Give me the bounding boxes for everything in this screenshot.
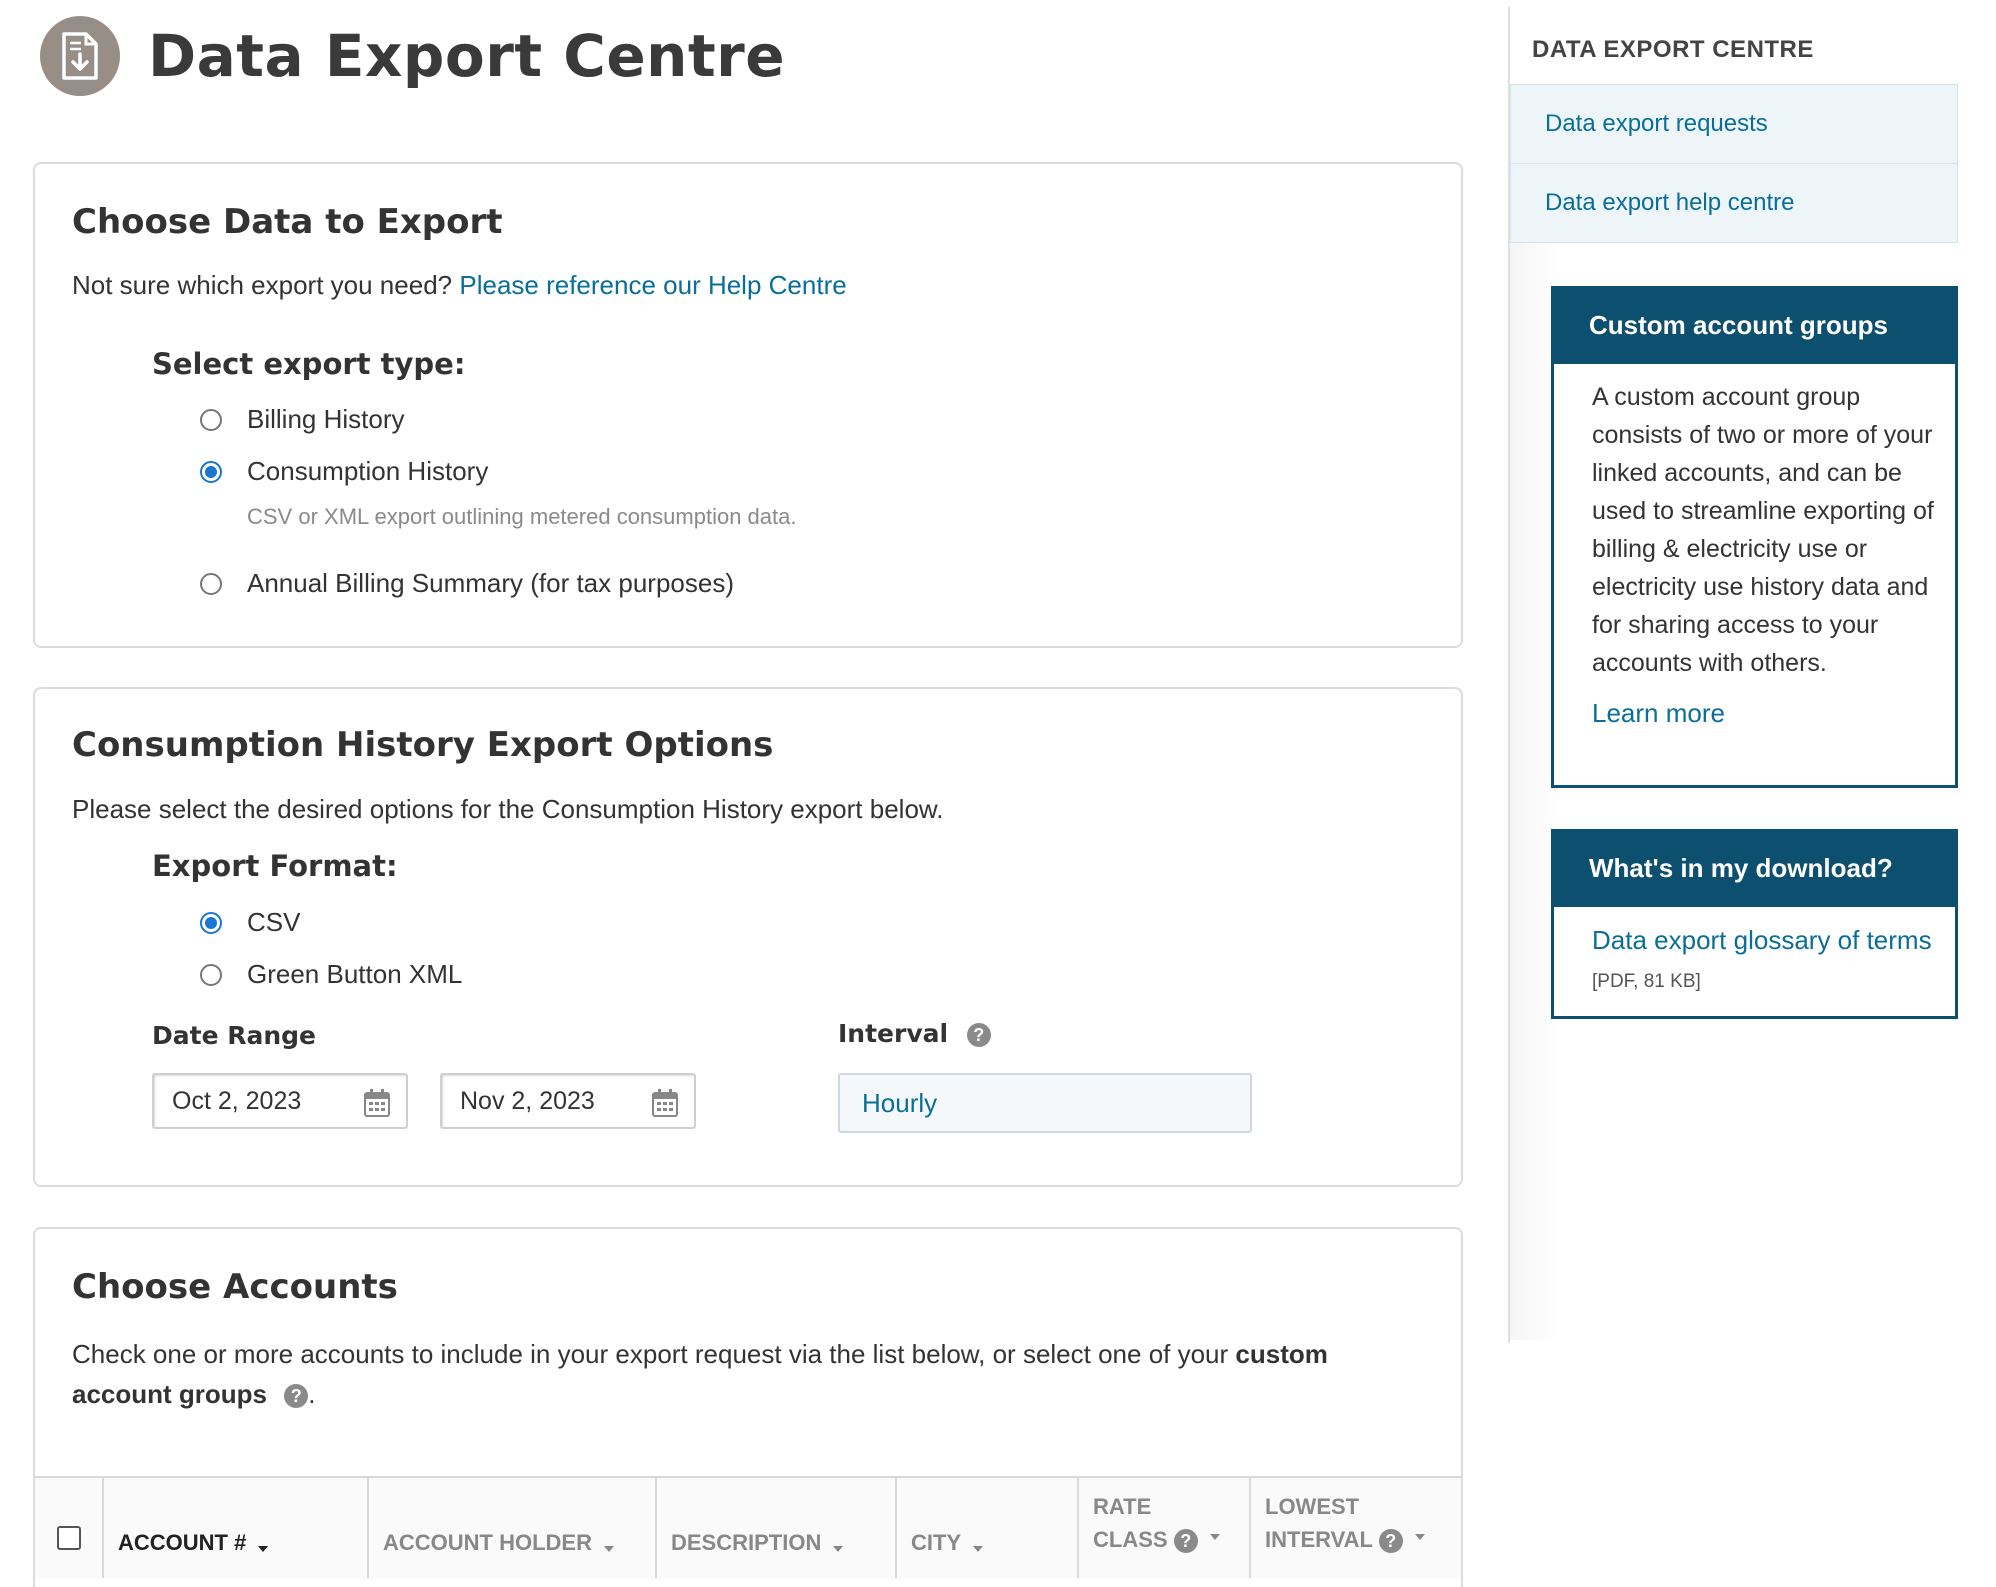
- choose-accounts-card: Choose Accounts Check one or more accoun…: [33, 1227, 1463, 1587]
- calendar-icon[interactable]: [364, 1089, 390, 1117]
- sort-caret-icon: [604, 1546, 614, 1552]
- help-centre-link[interactable]: Please reference our Help Centre: [459, 270, 846, 300]
- column-label-rate: Rate: [1093, 1494, 1152, 1519]
- page-header: Data Export Centre: [40, 16, 785, 96]
- interval-select[interactable]: Hourly: [838, 1073, 1252, 1133]
- sort-caret-icon: [1414, 1534, 1425, 1541]
- pdf-size-note: [PDF, 81 KB]: [1592, 971, 1701, 992]
- export-options-title: Consumption History Export Options: [72, 725, 774, 765]
- export-options-intro: Please select the desired options for th…: [72, 794, 944, 824]
- export-options-card: Consumption History Export Options Pleas…: [33, 687, 1463, 1187]
- sidebar-nav: Data export requests Data export help ce…: [1510, 84, 1958, 243]
- column-label-account-holder: Account Holder: [383, 1530, 592, 1555]
- custom-groups-help-icon[interactable]: ?: [284, 1384, 309, 1409]
- custom-account-groups-text: A custom account group consists of two o…: [1592, 383, 1934, 677]
- radio-consumption-history[interactable]: [200, 460, 222, 483]
- page-title: Data Export Centre: [148, 22, 786, 90]
- select-all-checkbox[interactable]: [57, 1526, 81, 1550]
- download-info-body: Data export glossary of terms [PDF, 81 K…: [1554, 907, 1955, 1017]
- export-type-annual-billing-summary[interactable]: Annual Billing Summary (for tax purposes…: [200, 568, 734, 599]
- glossary-link[interactable]: Data export glossary of terms: [1592, 925, 1932, 955]
- lowest-interval-help-icon[interactable]: ?: [1378, 1529, 1403, 1554]
- column-label-lowest-interval: Lowest Interval ?: [1265, 1490, 1425, 1556]
- export-type-billing-history[interactable]: Billing History: [200, 404, 405, 435]
- choose-data-title: Choose Data to Export: [72, 202, 503, 242]
- sort-caret-icon: [833, 1546, 844, 1552]
- interval-select-value: Hourly: [862, 1087, 938, 1118]
- start-date-input[interactable]: Oct 2, 2023: [152, 1073, 408, 1129]
- column-label-city: City: [911, 1530, 962, 1555]
- rate-class-help-icon[interactable]: ?: [1173, 1529, 1198, 1554]
- download-info-box: What's in my download? Data export gloss…: [1551, 829, 1958, 1019]
- learn-more-link[interactable]: Learn more: [1592, 694, 1935, 732]
- column-label-interval: Interval: [1265, 1527, 1373, 1552]
- format-csv[interactable]: CSV: [200, 907, 300, 938]
- sidebar-item-help-centre[interactable]: Data export help centre: [1510, 164, 1958, 243]
- sort-caret-icon: [1209, 1534, 1220, 1541]
- sort-caret-icon: [258, 1546, 269, 1552]
- help-prompt: Not sure which export you need? Please r…: [72, 270, 847, 301]
- calendar-icon[interactable]: [652, 1089, 678, 1117]
- radio-csv[interactable]: [200, 911, 222, 934]
- download-info-title: What's in my download?: [1551, 829, 1958, 907]
- export-type-consumption-history[interactable]: Consumption History: [200, 456, 488, 487]
- radio-label-annual-billing-summary: Annual Billing Summary (for tax purposes…: [247, 568, 734, 598]
- end-date-input[interactable]: Nov 2, 2023: [440, 1073, 696, 1129]
- interval-label: Interval ?: [838, 1019, 991, 1048]
- choose-accounts-intro-text: Check one or more accounts to include in…: [72, 1339, 1229, 1369]
- radio-label-billing-history: Billing History: [247, 404, 405, 434]
- column-label-rate-class: Rate Class ?: [1093, 1490, 1220, 1556]
- column-rate-class[interactable]: Rate Class ?: [1077, 1478, 1249, 1578]
- start-date-value: Oct 2, 2023: [172, 1086, 302, 1115]
- column-label-class: Class: [1093, 1527, 1168, 1552]
- radio-label-consumption-history: Consumption History: [247, 456, 489, 486]
- sidebar-heading: DATA EXPORT CENTRE: [1532, 36, 1814, 63]
- choose-accounts-intro-end: .: [308, 1379, 316, 1409]
- export-type-label: Select export type:: [152, 347, 466, 381]
- export-format-label: Export Format:: [152, 849, 398, 883]
- end-date-value: Nov 2, 2023: [460, 1086, 595, 1115]
- download-document-icon: [40, 16, 120, 96]
- help-prompt-text: Not sure which export you need?: [72, 270, 453, 300]
- column-label-description: Description: [671, 1530, 822, 1555]
- choose-data-card: Choose Data to Export Not sure which exp…: [33, 162, 1463, 648]
- accounts-table-header: Account # Account Holder Description Cit…: [35, 1476, 1461, 1578]
- radio-billing-history[interactable]: [200, 408, 222, 431]
- consumption-history-description: CSV or XML export outlining metered cons…: [247, 504, 797, 529]
- choose-accounts-intro: Check one or more accounts to include in…: [72, 1334, 1432, 1414]
- column-account-holder[interactable]: Account Holder: [367, 1478, 655, 1578]
- format-green-button-xml[interactable]: Green Button XML: [200, 959, 462, 990]
- column-account-number[interactable]: Account #: [102, 1478, 367, 1578]
- choose-accounts-title: Choose Accounts: [72, 1267, 398, 1307]
- column-city[interactable]: City: [895, 1478, 1077, 1578]
- custom-account-groups-box: Custom account groups A custom account g…: [1551, 286, 1958, 788]
- column-description[interactable]: Description: [655, 1478, 895, 1578]
- column-label-lowest: Lowest: [1265, 1494, 1360, 1519]
- date-range-label: Date Range: [152, 1021, 317, 1050]
- column-lowest-interval[interactable]: Lowest Interval ?: [1249, 1478, 1461, 1578]
- interval-label-text: Interval: [838, 1019, 949, 1048]
- sort-caret-icon: [973, 1546, 984, 1552]
- custom-account-groups-title: Custom account groups: [1551, 286, 1958, 364]
- sidebar-item-export-requests[interactable]: Data export requests: [1510, 84, 1958, 164]
- interval-help-icon[interactable]: ?: [966, 1023, 991, 1047]
- radio-label-green-button-xml: Green Button XML: [247, 959, 463, 989]
- radio-annual-billing-summary[interactable]: [200, 572, 222, 595]
- radio-green-button-xml[interactable]: [200, 963, 222, 986]
- radio-label-csv: CSV: [247, 907, 301, 937]
- column-label-account-number: Account #: [118, 1530, 247, 1555]
- custom-account-groups-body: A custom account group consists of two o…: [1554, 364, 1955, 748]
